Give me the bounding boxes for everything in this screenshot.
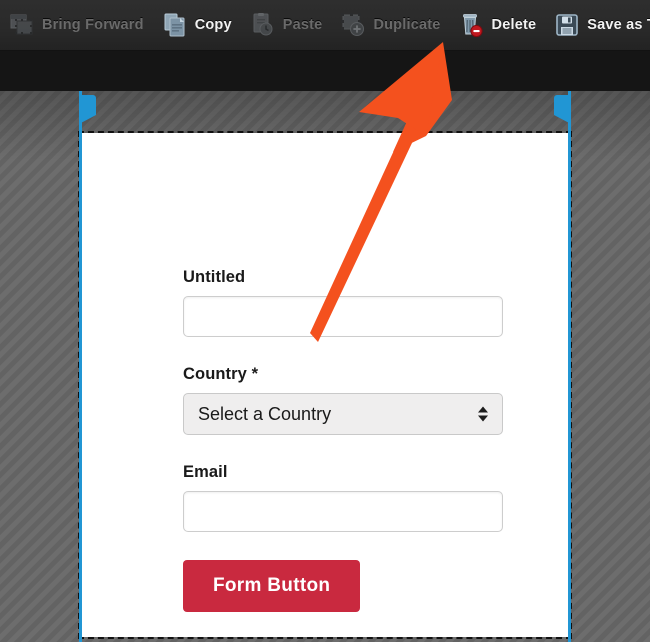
field-label-country: Country * [183,365,259,383]
bring-forward-icon [9,12,35,38]
duplicate-icon [340,12,366,38]
toolbar-label-save-as-template: Save as Template [587,17,650,33]
guide-line-right [554,91,571,642]
app-screenshot: Bring Forward Copy Paste Duplicate Delet… [0,0,650,642]
select-stepper-arrows-icon [478,406,488,422]
toolbar-label-duplicate: Duplicate [373,17,441,33]
form-field-untitled: Untitled [183,268,503,365]
selected-form-block[interactable]: Untitled Country * Select a Country Emai… [78,131,572,639]
country-select-value: Select a Country [198,403,332,424]
toolbar-button-delete[interactable]: Delete [450,5,546,45]
copy-icon [162,12,188,38]
toolbar-button-duplicate[interactable]: Duplicate [331,5,449,45]
toolbar-button-copy[interactable]: Copy [153,5,241,45]
form-fields-container: Untitled Country * Select a Country Emai… [183,268,503,612]
form-submit-button[interactable]: Form Button [183,560,361,612]
toolbar-button-bring-forward[interactable]: Bring Forward [0,5,153,45]
form-field-country: Country * Select a Country [183,365,503,435]
toolbar-button-paste[interactable]: Paste [241,5,332,45]
guide-flag-right-icon [554,95,571,124]
guide-flag-left-icon [79,95,96,124]
country-select[interactable]: Select a Country [183,393,503,435]
toolbar-under-strip [0,51,650,91]
toolbar-button-save-as-template[interactable]: Save as Template [545,5,650,45]
delete-trash-icon [459,12,485,38]
paste-icon [250,12,276,38]
untitled-input[interactable] [183,296,503,337]
form-field-email: Email [183,463,503,560]
editor-toolbar: Bring Forward Copy Paste Duplicate Delet… [0,0,650,51]
field-label-untitled: Untitled [183,268,246,286]
chevron-up-icon [478,406,488,413]
toolbar-label-paste: Paste [282,17,323,33]
guide-line-left [79,91,96,642]
toolbar-label-delete: Delete [491,17,537,33]
toolbar-label-copy: Copy [194,17,232,33]
chevron-down-icon [478,415,488,422]
toolbar-label-bring-forward: Bring Forward [42,17,144,33]
email-input[interactable] [183,491,503,532]
save-floppy-icon [554,12,580,38]
design-canvas[interactable]: Untitled Country * Select a Country Emai… [0,91,650,642]
field-label-email: Email [183,463,228,481]
